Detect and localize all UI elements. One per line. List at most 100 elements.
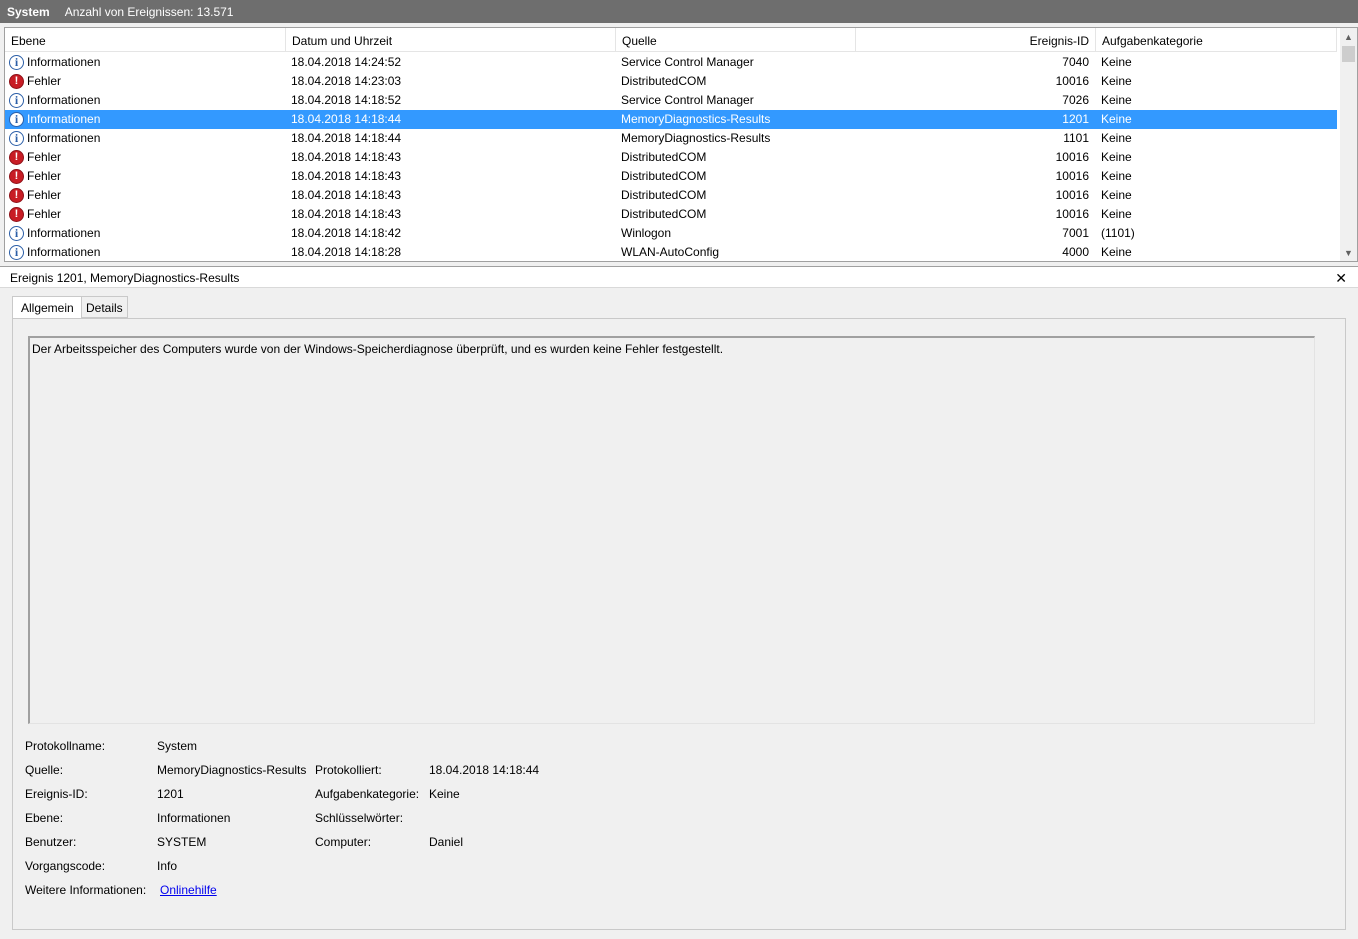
source-cell: Service Control Manager [621,93,754,107]
table-row[interactable]: ! Fehler 18.04.2018 14:18:43 DistributedCOM… [5,148,1337,167]
online-help-link[interactable]: Onlinehilfe [160,883,217,897]
source-cell: MemoryDiagnostics-Results [621,112,771,126]
source-cell: DistributedCOM [621,169,707,183]
event-detail-title: Ereignis 1201, MemoryDiagnostics-Results [10,271,240,285]
level-text: Fehler [27,207,62,221]
value-level: Informationen [157,811,231,825]
scroll-thumb[interactable] [1342,46,1355,62]
info-icon: i [9,131,24,146]
source-cell: Service Control Manager [621,55,754,69]
date-cell: 18.04.2018 14:18:28 [291,245,402,259]
level-cell: ! Fehler [9,205,61,224]
list-scrollbar[interactable]: ▲ ▼ [1340,28,1357,261]
category-cell: (1101) [1101,226,1135,240]
date-cell: 18.04.2018 14:18:43 [291,150,402,164]
event-description[interactable]: Der Arbeitsspeicher des Computers wurde … [28,336,1315,724]
event-id-cell: 10016 [1055,74,1089,88]
date-cell: 18.04.2018 14:18:43 [291,207,402,221]
source-cell: DistributedCOM [621,207,707,221]
table-row[interactable]: i Informationen 18.04.2018 14:18:28 WLAN-Au… [5,243,1337,261]
error-icon: ! [9,207,24,222]
error-icon: ! [9,74,24,89]
column-header-level[interactable]: Ebene [5,28,286,52]
source-cell: Winlogon [621,226,672,240]
label-keywords: Schlüsselwörter: [315,811,404,825]
log-name: System [7,4,50,19]
category-cell: Keine [1101,169,1132,183]
table-row[interactable]: i Informationen 18.04.2018 14:18:44 MemoryD… [5,110,1337,129]
table-row[interactable]: ! Fehler 18.04.2018 14:23:03 DistributedCOM… [5,72,1337,91]
table-row[interactable]: ! Fehler 18.04.2018 14:18:43 DistributedCOM… [5,167,1337,186]
level-text: Informationen [27,245,101,259]
bottom-bar [0,932,1358,939]
label-event-id: Ereignis-ID: [25,787,88,801]
table-row[interactable]: i Informationen 18.04.2018 14:24:52 Service… [5,53,1337,72]
label-source: Quelle: [25,763,64,777]
info-icon: i [9,93,24,108]
table-row[interactable]: ! Fehler 18.04.2018 14:18:43 DistributedCOM… [5,205,1337,224]
tab-content-general: Der Arbeitsspeicher des Computers wurde … [12,318,1346,930]
level-text: Informationen [27,226,101,240]
event-detail-header: Ereignis 1201, MemoryDiagnostics-Results… [0,266,1358,288]
column-header-source[interactable]: Quelle [616,28,856,52]
event-id-cell: 7001 [1062,226,1089,240]
level-text: Informationen [27,55,101,69]
source-cell: DistributedCOM [621,188,707,202]
scroll-up-icon[interactable]: ▲ [1340,28,1357,45]
date-cell: 18.04.2018 14:18:42 [291,226,402,240]
column-header-date[interactable]: Datum und Uhrzeit [286,28,616,52]
source-cell: MemoryDiagnostics-Results [621,131,771,145]
date-cell: 18.04.2018 14:18:43 [291,169,402,183]
level-cell: ! Fehler [9,167,61,186]
label-computer: Computer: [315,835,372,849]
value-logged: 18.04.2018 14:18:44 [429,763,540,777]
close-icon[interactable]: ✕ [1335,267,1347,289]
log-titlebar: System Anzahl von Ereignissen: 13.571 [0,0,1358,23]
level-cell: i Informationen [9,129,100,148]
value-user: SYSTEM [157,835,207,849]
date-cell: 18.04.2018 14:18:43 [291,188,402,202]
level-cell: i Informationen [9,53,100,72]
info-icon: i [9,245,24,260]
event-id-cell: 1201 [1062,112,1089,126]
label-more-info: Weitere Informationen: [25,883,147,897]
category-cell: Keine [1101,188,1132,202]
date-cell: 18.04.2018 14:18:44 [291,112,402,126]
label-logged: Protokolliert: [315,763,382,777]
category-cell: Keine [1101,245,1132,259]
table-row[interactable]: ! Fehler 18.04.2018 14:18:43 DistributedCOM… [5,186,1337,205]
event-id-cell: 7040 [1062,55,1089,69]
column-header-event-id[interactable]: Ereignis-ID [856,28,1096,52]
value-event-id: 1201 [157,787,184,801]
category-cell: Keine [1101,207,1132,221]
column-header-category[interactable]: Aufgabenkategorie [1096,28,1337,52]
label-opcode: Vorgangscode: [25,859,106,873]
value-opcode: Info [157,859,178,873]
date-cell: 18.04.2018 14:23:03 [291,74,402,88]
label-level: Ebene: [25,811,64,825]
value-log-name: System [157,739,198,753]
level-cell: i Informationen [9,243,101,261]
tab-details[interactable]: Details [81,296,128,318]
level-text: Informationen [27,112,101,126]
event-id-cell: 10016 [1055,207,1089,221]
tab-general[interactable]: Allgemein [12,296,83,319]
value-task-category: Keine [429,787,460,801]
table-row[interactable]: i Informationen 18.04.2018 14:18:52 Service… [5,91,1337,110]
scroll-down-icon[interactable]: ▼ [1340,244,1357,261]
event-id-cell: 10016 [1055,150,1089,164]
category-cell: Keine [1101,74,1132,88]
event-list[interactable]: Ebene Datum und Uhrzeit Quelle Ereignis-… [4,27,1358,262]
level-text: Fehler [27,188,62,202]
source-cell: DistributedCOM [621,74,707,88]
table-row[interactable]: i Informationen 18.04.2018 14:18:42 Winlogo… [5,224,1337,243]
level-text: Fehler [27,169,62,183]
level-cell: i Informationen [9,224,100,243]
level-text: Fehler [27,74,62,88]
category-cell: Keine [1101,112,1132,126]
info-icon: i [9,112,24,127]
category-cell: Keine [1101,55,1132,69]
info-icon: i [9,55,24,70]
error-icon: ! [9,188,24,203]
table-row[interactable]: i Informationen 18.04.2018 14:18:44 MemoryD… [5,129,1337,148]
